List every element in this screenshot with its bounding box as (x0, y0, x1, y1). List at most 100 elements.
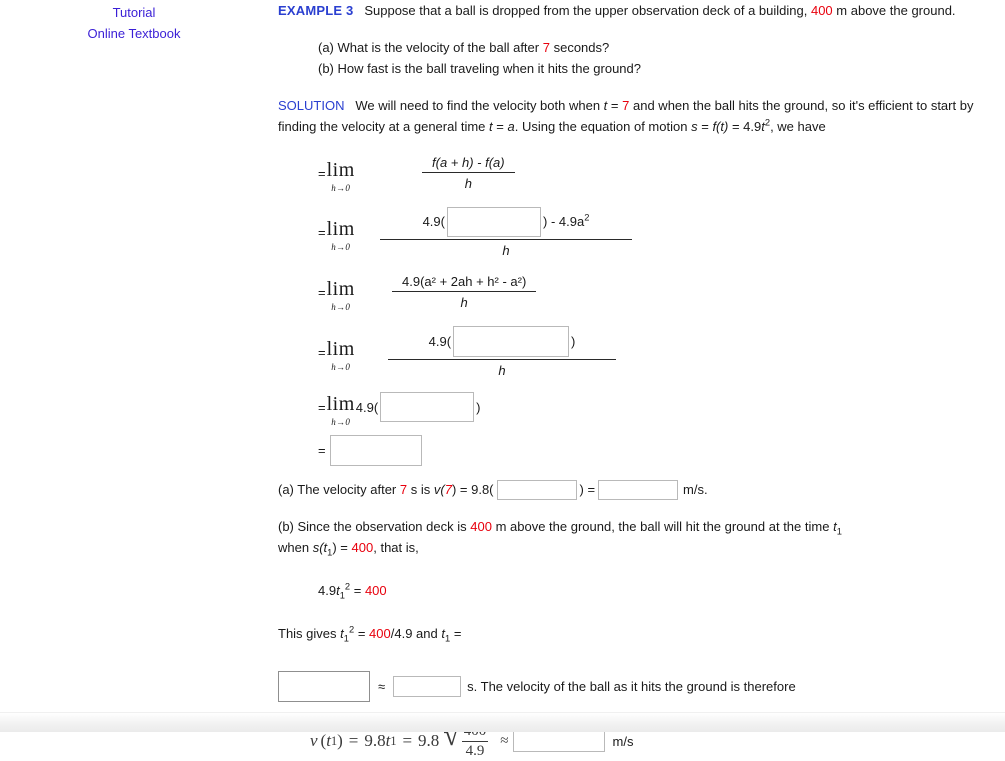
final-formula-v: v (310, 731, 318, 750)
this-gives-sub-2: 1 (445, 633, 451, 644)
derivation-line-5: = lim h→0 4.9( ) (318, 387, 978, 427)
derivation-line-4: = lim h→0 4.9( ) h (318, 317, 978, 387)
example-label: EXAMPLE 3 (278, 3, 354, 18)
answer-b-line2-end: , that is, (373, 540, 419, 555)
limit-operator-1: = lim h→0 (318, 157, 380, 193)
limit-condition-4: h→0 (331, 361, 351, 372)
solution-fn-t: f(t) (712, 119, 729, 134)
solution-seg-4: , we have (770, 119, 826, 134)
this-gives-sub: 1 (343, 633, 349, 644)
equation-b-exp: 2 (344, 581, 351, 592)
answer-input-derivation-5[interactable] (380, 392, 475, 422)
this-gives-val: 400 (369, 626, 391, 641)
final-formula-approx: ≈ (500, 732, 509, 749)
answer-b-height: 400 (470, 519, 492, 534)
limit-condition-1: h→0 (331, 182, 351, 193)
answer-a-value-t: 7 (399, 482, 408, 497)
question-b-prefix: (b) How fast is the ball traveling when … (318, 61, 642, 76)
fraction-4-numerator: 4.9( ) (419, 326, 586, 359)
solution-eq-2: = (496, 119, 504, 134)
limit-condition-5: h→0 (331, 416, 351, 427)
equation-b-rhs: 400 (364, 583, 387, 598)
answer-b-line2-fn: s(t (312, 540, 328, 555)
answer-a-fn-close: ) = 9.8( (451, 482, 494, 497)
sidebar-item-tutorial[interactable]: Tutorial (0, 2, 268, 23)
answer-input-derivation-6[interactable] (330, 434, 422, 466)
answer-input-derivation-2[interactable] (446, 206, 541, 237)
sqrt-denominator: 4.9 (465, 743, 485, 759)
fraction-3-numerator: 4.9(a² + 2ah + h² - a²) (392, 274, 536, 291)
fraction-4-denominator: h (498, 363, 506, 378)
solution-var-s: s (691, 119, 698, 134)
limit-label-5: lim (326, 392, 355, 415)
fraction-2-denominator: h (502, 242, 510, 258)
solution-seg-1: We will need to find the velocity both w… (355, 98, 601, 113)
question-b: (b) How fast is the ball traveling when … (318, 58, 978, 79)
equals-sign-4: = (318, 344, 326, 360)
limit-label-1: lim (326, 158, 355, 181)
final-formula-eq-1: = (348, 731, 359, 750)
fraction-2-rest-exp: 2 (584, 212, 590, 223)
sidebar-item-online-textbook[interactable]: Online Textbook (0, 23, 268, 44)
fraction-1-numerator: f(a + h) - f(a) (432, 155, 505, 170)
answer-a-units: m/s. (683, 482, 708, 497)
final-formula-coef: 9.8 (364, 731, 386, 750)
limit-condition-3: h→0 (331, 301, 351, 312)
solution-value-t: 7 (622, 98, 630, 113)
footer-bar (0, 712, 1005, 732)
derivation-5-close-paren: ) (476, 399, 481, 415)
this-gives-val-rest: /4.9 (390, 626, 413, 641)
fraction-1-denominator: h (464, 176, 472, 191)
final-formula-rad-coef: 9.8 (418, 731, 440, 750)
example-text-2: m above the ground. (836, 3, 956, 18)
answer-input-a-1[interactable] (496, 479, 577, 500)
final-formula-t: t (326, 731, 331, 750)
answer-input-final-formula[interactable] (512, 730, 605, 752)
solution-var-t: t (603, 98, 608, 113)
equation-b-coef: 4.9 (318, 583, 337, 598)
answer-input-final-1[interactable] (278, 671, 370, 702)
fraction-2-numerator: 4.9( ) - 4.9a2 (413, 206, 600, 239)
solution-seg-3: . Using the equation of motion (514, 119, 688, 134)
solution-paragraph: SOLUTION We will need to find the veloci… (278, 95, 978, 137)
fraction-4-close-paren: ) (571, 334, 576, 349)
answer-input-final-2[interactable] (393, 676, 462, 697)
question-a: (a) What is the velocity of the ball aft… (318, 37, 978, 58)
answer-a-line: (a) The velocity after 7 s is v(7) = 9.8… (278, 479, 978, 500)
answer-input-a-2[interactable] (598, 479, 679, 500)
answer-a-fn: v( (433, 482, 445, 497)
final-formula-paren-close: ) (337, 731, 343, 750)
answer-b-pre: (b) Since the observation deck is (278, 519, 467, 534)
derivation-line-6: = (318, 427, 978, 473)
equals-sign-1: = (318, 165, 326, 181)
answer-b-line2-mid: ) = (332, 540, 348, 555)
solution-eq-1: = (610, 98, 619, 113)
this-gives-exp: 2 (348, 624, 355, 635)
solution-var-t2: t (489, 119, 493, 134)
question-a-suffix: seconds? (553, 40, 610, 55)
sidebar: Tutorial Online Textbook (0, 0, 268, 44)
fraction-3: 4.9(a² + 2ah + h² - a²) h (392, 274, 537, 310)
fraction-2-prefix: 4.9( (422, 214, 445, 229)
limit-operator-2: = lim h→0 (318, 216, 380, 252)
fraction-4: 4.9( ) h (388, 326, 616, 378)
answer-b-var-sub: 1 (836, 526, 842, 537)
main-content: EXAMPLE 3 Suppose that a ball is dropped… (278, 0, 978, 760)
answer-a-fn-arg: 7 (444, 482, 452, 497)
derivation-line-2: = lim h→0 4.9( ) - 4.9a2 h (318, 197, 978, 267)
derivation-block: = lim h→0 f(a + h) - f(a) h = lim h→0 4.… (318, 149, 978, 473)
limit-operator-4: = lim h→0 (318, 336, 380, 372)
solution-eq-3: = (701, 119, 709, 134)
solution-label: SOLUTION (278, 98, 345, 113)
answer-b-mid: m above the ground, the ball will hit th… (495, 519, 830, 534)
answer-b-line2-val: 400 (351, 540, 374, 555)
derivation-5-prefix: 4.9( (355, 399, 379, 415)
question-a-value: 7 (542, 40, 550, 55)
limit-label-4: lim (326, 337, 355, 360)
answer-input-derivation-4[interactable] (453, 326, 570, 357)
limit-label-2: lim (326, 217, 355, 240)
limit-operator-3: = lim h→0 (318, 276, 380, 312)
example-text-1: Suppose that a ball is dropped from the … (364, 3, 808, 18)
limit-operator-5: = lim h→0 (318, 391, 355, 427)
final-formula-eq-2: = (402, 731, 413, 750)
